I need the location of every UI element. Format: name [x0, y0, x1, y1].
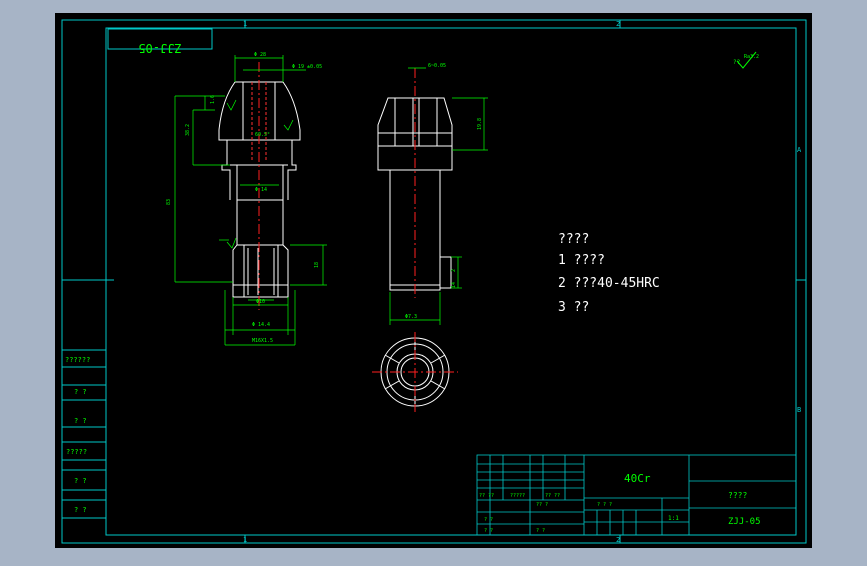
title-cell: ?? ??: [479, 493, 494, 499]
dim-label: Φ 14.4: [252, 322, 270, 328]
side-table-cell: ? ?: [74, 506, 87, 514]
zone-label: 2: [616, 20, 620, 28]
dim-label: 2: [451, 269, 457, 272]
side-table-cell: ? ?: [74, 477, 87, 485]
title-cell: ? ?: [536, 528, 545, 534]
notes-line: 2 ???40-45HRC: [558, 276, 660, 291]
notes-heading: ????: [558, 232, 589, 247]
drawing-code: ZJJ-05: [728, 517, 761, 527]
sheet-background: [55, 13, 812, 548]
dim-label: 1.6: [210, 95, 216, 104]
svg-text:Ra3.2: Ra3.2: [744, 54, 759, 60]
zone-label: 1: [243, 536, 247, 544]
notes-line: 3 ??: [558, 300, 589, 315]
material-label: 40Cr: [624, 472, 651, 485]
title-cell: ? ?: [484, 528, 493, 534]
side-table-cell: ? ?: [74, 388, 87, 396]
dim-label: Φ 19 ±0.05: [292, 64, 322, 70]
zone-label: 2: [616, 536, 620, 544]
title-cell: ?? ?: [536, 502, 548, 508]
dim-label: 19.8: [477, 118, 483, 130]
code-box-text: ZJJ-05: [138, 41, 181, 55]
svg-text:??: ??: [733, 59, 741, 66]
dim-label: 83: [166, 199, 172, 205]
dim-label: Φ10: [256, 299, 265, 305]
dim-label: 18: [314, 262, 320, 268]
dim-label: 60.5°: [255, 132, 270, 138]
dim-label: 38.2: [185, 124, 191, 136]
dim-label: Φ7.3: [405, 314, 417, 320]
notes-line: 1 ????: [558, 253, 605, 268]
cad-viewport[interactable]: 1 2 1 2 A B ZJJ-05 Ra3.2 ?? Φ 28 Φ 19 ±0…: [0, 0, 867, 562]
side-table-cell: ? ?: [74, 417, 87, 425]
zone-label: B: [797, 406, 801, 414]
part-name: ????: [728, 491, 747, 500]
title-cell: ?????: [510, 493, 525, 499]
title-cell: ? ? ?: [597, 502, 612, 508]
scale-label: 1:1: [668, 515, 679, 522]
dim-label: 6~0.05: [428, 63, 446, 69]
dim-label: 14: [451, 282, 457, 288]
dim-label: M16X1.5: [252, 338, 273, 344]
side-table-cell: ?????: [66, 448, 87, 456]
drawing-canvas: 1 2 1 2 A B ZJJ-05 Ra3.2 ?? Φ 28 Φ 19 ±0…: [55, 13, 812, 548]
title-cell: ? ?: [484, 517, 493, 523]
title-cell: ?? ??: [545, 493, 560, 499]
side-table-cell: ??????: [65, 356, 90, 364]
dim-label: Φ 14: [255, 187, 267, 193]
zone-label: 1: [243, 20, 247, 28]
dim-label: Φ 28: [254, 52, 266, 58]
